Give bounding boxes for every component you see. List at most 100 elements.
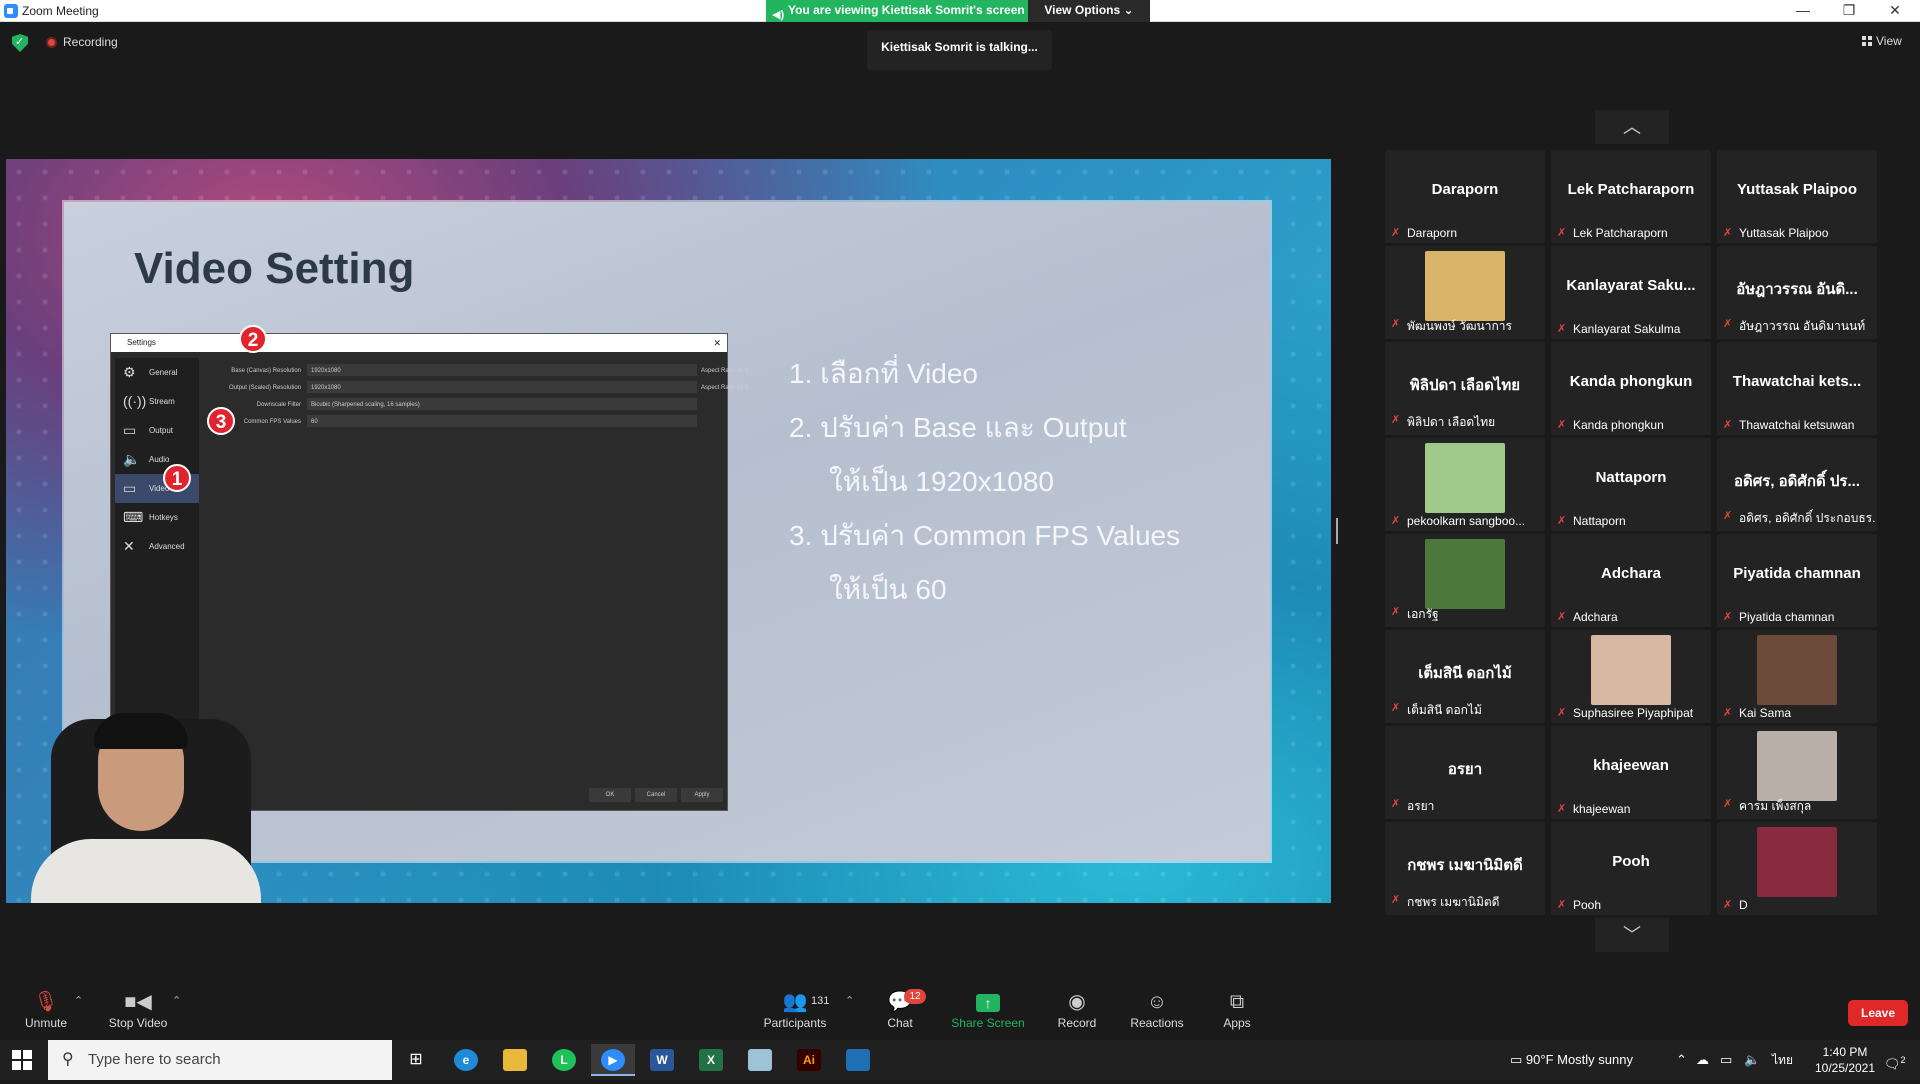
obs-row-label: Output (Scaled) Resolution (228, 385, 301, 391)
volume-icon[interactable]: 🔈 (1744, 1040, 1760, 1080)
apps-button[interactable]: ⧉ Apps (1197, 990, 1277, 1030)
illustrator-app-icon[interactable]: Ai (787, 1044, 831, 1076)
muted-mic-icon: ✗ (1723, 227, 1733, 239)
taskbar-search-placeholder: Type here to search (88, 1051, 221, 1068)
participant-count: 131 (811, 995, 830, 1007)
onedrive-icon[interactable]: ☁ (1696, 1040, 1709, 1080)
muted-mic-icon: ✗ (1557, 515, 1567, 527)
word-app-icon[interactable]: W (640, 1044, 684, 1076)
slide-step: ให้เป็น 1920x1080 (829, 466, 1054, 497)
participant-display-name: อรยา (1447, 761, 1483, 778)
muted-mic-icon: ✗ (1557, 419, 1567, 431)
participant-tile[interactable]: Thawatchai kets... ✗ Thawatchai ketsuwan (1717, 342, 1877, 435)
participant-tile[interactable]: ✗ D (1717, 822, 1877, 915)
participant-name-text: Adchara (1573, 610, 1618, 624)
line-app-icon[interactable]: L (542, 1044, 586, 1076)
chat-button[interactable]: 💬 Chat (860, 990, 940, 1030)
participant-name-label: ✗ Pooh (1557, 898, 1709, 912)
participant-tile[interactable]: Kanda phongkun ✗ Kanda phongkun (1551, 342, 1711, 435)
participant-name-text: เต็มสินี ดอกไม้ (1407, 703, 1482, 717)
taskbar-search-box[interactable]: ⚲ Type here to search (48, 1040, 392, 1080)
record-button[interactable]: ◉ Record (1037, 990, 1117, 1030)
participant-display-name: Kanda phongkun (1569, 373, 1693, 390)
participant-name-text: Thawatchai ketsuwan (1739, 418, 1855, 432)
notifications-icon[interactable]: 🗨2 (1884, 1040, 1906, 1084)
participant-tile[interactable]: ✗ เอกรัฐ (1385, 534, 1545, 627)
participant-tile[interactable]: ✗ Kai Sama (1717, 630, 1877, 723)
participant-tile[interactable]: อดิศร, อดิศักดิ์ ปร... ✗ อดิศร, อดิศักดิ์ … (1717, 438, 1877, 531)
participant-tile[interactable]: พิลิปดา เลือดไทย ✗ พิลิปดา เลือดไทย (1385, 342, 1545, 435)
participant-tile[interactable]: ✗ พัฒนพงษ์ วัฒนาการ (1385, 246, 1545, 339)
muted-mic-icon: ✗ (1557, 227, 1567, 239)
muted-mic-icon: ✗ (1557, 803, 1567, 815)
restore-button[interactable]: ❐ (1826, 0, 1872, 22)
view-button[interactable]: View (1862, 34, 1902, 48)
participant-tile[interactable]: อรยา ✗ อรยา (1385, 726, 1545, 819)
input-language[interactable]: ไทย (1772, 1040, 1793, 1080)
weather-widget[interactable]: ▭ 90°F Mostly sunny (1510, 1040, 1633, 1080)
obs-sidebar-label: Output (149, 426, 174, 435)
participants-options-caret[interactable]: ⌃ (845, 994, 854, 1007)
participant-tile[interactable]: ✗ pekoolkarn sangboo... (1385, 438, 1545, 531)
participant-tile[interactable]: Adchara ✗ Adchara (1551, 534, 1711, 627)
gear-icon: ⚙ (123, 364, 136, 380)
gallery-scroll-down-button[interactable]: ﹀ (1595, 918, 1669, 952)
participant-tile[interactable]: Kanlayarat Saku... ✗ Kanlayarat Sakulma (1551, 246, 1711, 339)
taskbar-clock[interactable]: 1:40 PM 10/25/2021 (1810, 1044, 1880, 1076)
participant-tile[interactable]: Pooh ✗ Pooh (1551, 822, 1711, 915)
file-explorer-icon[interactable] (493, 1044, 537, 1076)
audio-options-caret[interactable]: ⌃ (74, 994, 83, 1007)
display-icon: ▭ (123, 480, 137, 496)
close-button[interactable]: ✕ (1872, 0, 1918, 22)
security-shield-icon[interactable] (12, 34, 28, 52)
video-options-caret[interactable]: ⌃ (172, 994, 181, 1007)
participant-tile[interactable]: เต็มสินี ดอกไม้ ✗ เต็มสินี ดอกไม้ (1385, 630, 1545, 723)
photos-app-icon[interactable] (836, 1044, 880, 1076)
participant-tile[interactable]: Yuttasak Plaipoo ✗ Yuttasak Plaipoo (1717, 150, 1877, 243)
leave-button[interactable]: Leave (1848, 1000, 1908, 1026)
muted-mic-icon: ✗ (1723, 510, 1733, 522)
participant-tile[interactable]: ✗ Suphasiree Piyaphipat (1551, 630, 1711, 723)
record-icon: ◉ (1068, 991, 1086, 1013)
reactions-button[interactable]: ☺ Reactions (1117, 990, 1197, 1030)
participant-tile[interactable]: Lek Patcharaporn ✗ Lek Patcharaporn (1551, 150, 1711, 243)
participant-name-text: Lek Patcharaporn (1573, 226, 1668, 240)
muted-mic-icon: ✗ (1391, 606, 1401, 618)
muted-mic-icon: ✗ (1723, 798, 1733, 810)
participant-tile[interactable]: อัษฎาวรรณ อันดิ... ✗ อัษฎาวรรณ อันดิมานนท์ (1717, 246, 1877, 339)
obs-title: Settings (127, 338, 156, 347)
shared-screen: Video Setting Settings ✕ ⚙ General ((·)) S… (6, 159, 1331, 903)
viewing-banner-text: You are viewing Kiettisak Somrit's scree… (788, 3, 1025, 17)
participant-display-name: Thawatchai kets... (1732, 373, 1862, 390)
smiley-plus-icon: ☺ (1146, 991, 1168, 1013)
participant-tile[interactable]: Piyatida chamnan ✗ Piyatida chamnan (1717, 534, 1877, 627)
tray-overflow-icon[interactable]: ⌃ (1676, 1040, 1687, 1080)
share-screen-button[interactable]: ↑ Share Screen (948, 990, 1028, 1030)
weather-icon: ▭ (1510, 1052, 1526, 1067)
view-options-button[interactable]: View Options ⌄ (1028, 0, 1150, 22)
edge-browser-icon[interactable]: e (444, 1044, 488, 1076)
gallery-scroll-up-button[interactable]: ︿ (1595, 110, 1669, 144)
task-view-icon[interactable]: ⊞ (394, 1044, 438, 1076)
participant-name-label: ✗ อดิศร, อดิศักดิ์ ประกอบธร... (1723, 509, 1875, 528)
obs-sidebar-label: Advanced (149, 542, 185, 551)
split-resize-handle[interactable] (1336, 518, 1338, 544)
excel-app-icon[interactable]: X (689, 1044, 733, 1076)
clock-date: 10/25/2021 (1814, 1061, 1876, 1075)
zoom-app-icon[interactable]: ▶ (591, 1044, 635, 1076)
network-icon[interactable]: ▭ (1720, 1040, 1732, 1080)
participant-tile[interactable]: Daraporn ✗ Daraporn (1385, 150, 1545, 243)
participant-name-text: Kai Sama (1739, 706, 1792, 720)
chevron-down-icon: ⌄ (1123, 3, 1134, 17)
minimize-button[interactable]: — (1780, 0, 1826, 22)
participant-tile[interactable]: khajeewan ✗ khajeewan (1551, 726, 1711, 819)
stop-video-button[interactable]: ■◀ Stop Video (98, 990, 178, 1030)
participant-tile[interactable]: ✗ คารม เพ็งสกุล (1717, 726, 1877, 819)
antenna-icon: ((·)) (123, 393, 147, 409)
participant-tile[interactable]: Nattaporn ✗ Nattaporn (1551, 438, 1711, 531)
participant-display-name: อัษฎาวรรณ อันดิ... (1736, 281, 1858, 298)
participant-tile[interactable]: กชพร เมฆานิมิตดี ✗ กชพร เมฆานิมิตดี (1385, 822, 1545, 915)
notepad-app-icon[interactable] (738, 1044, 782, 1076)
windows-start-icon[interactable] (12, 1050, 32, 1070)
obs-title-bar: Settings ✕ (111, 334, 727, 352)
